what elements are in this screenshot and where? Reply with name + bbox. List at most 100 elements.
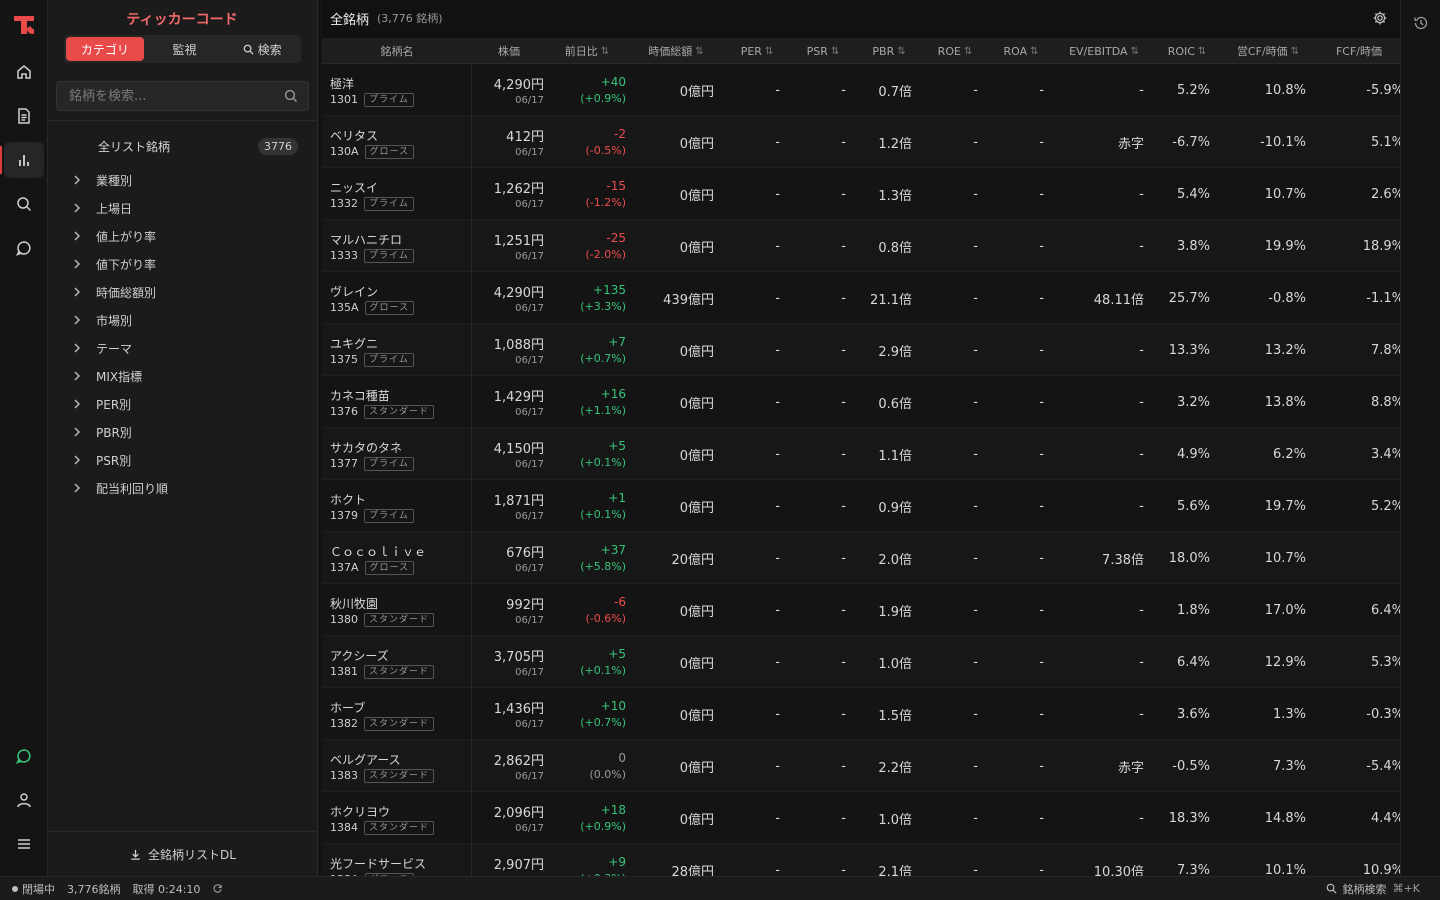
- stock-name[interactable]: ベリタス: [330, 127, 471, 144]
- chart-nav-button[interactable]: [0, 142, 44, 178]
- table-row[interactable]: ユキグニ 1375 プライム 1,088円 06/17 +7 (+0.7%) 0億円 - - 2.9…: [322, 324, 1400, 376]
- sidebar-item-industry[interactable]: 業種別: [70, 166, 300, 194]
- tab-search[interactable]: 検索: [223, 35, 301, 63]
- sort-icon[interactable]: ⇅: [765, 46, 773, 57]
- stock-name-cell[interactable]: アクシーズ 1381 スタンダード: [330, 636, 472, 688]
- sidebar-item-market-cap[interactable]: 時価総額別: [70, 278, 300, 306]
- search-nav-button[interactable]: [4, 186, 44, 222]
- table-row[interactable]: ベルグアース 1383 スタンダード 2,862円 06/17 0 (0.0%) 0億円 - - 2…: [322, 740, 1400, 792]
- table-row[interactable]: ホクリヨウ 1384 スタンダード 2,096円 06/17 +18 (+0.9%) 0億円 -…: [322, 792, 1400, 844]
- stock-name-cell[interactable]: 光フードサービス138Aグロース: [330, 844, 472, 876]
- stock-search-shortcut[interactable]: 銘柄検索 ⌘+K: [1326, 881, 1420, 897]
- sidebar-item-dividend-yield[interactable]: 配当利回り順: [70, 474, 300, 502]
- stock-search-input[interactable]: [57, 82, 277, 110]
- table-row[interactable]: 秋川牧園 1380 スタンダード 992円 06/17 -6 (-0.6%) 0億円 - - 1.9…: [322, 584, 1400, 636]
- sidebar-item-listing-date[interactable]: 上場日: [70, 194, 300, 222]
- column-header-fcf-yield[interactable]: FCF/時価: [1318, 38, 1400, 64]
- sort-icon[interactable]: ⇅: [964, 46, 972, 57]
- stock-name-cell[interactable]: 秋川牧園 1380 スタンダード: [330, 584, 472, 636]
- stock-name-cell[interactable]: ニッスイ 1332 プライム: [330, 168, 472, 220]
- sort-icon[interactable]: ⇅: [831, 46, 839, 57]
- stock-name[interactable]: ホーブ: [330, 699, 471, 716]
- history-icon[interactable]: [1413, 15, 1429, 31]
- sidebar-item-pbr[interactable]: PBR別: [70, 418, 300, 446]
- feedback-nav-button[interactable]: [4, 738, 44, 774]
- stock-name-cell[interactable]: ヴレイン 135A グロース: [330, 272, 472, 324]
- stock-name[interactable]: ニッスイ: [330, 179, 471, 196]
- stock-name-cell[interactable]: ホーブ 1382 スタンダード: [330, 688, 472, 740]
- stock-name[interactable]: 秋川牧園: [330, 595, 471, 612]
- column-header-per[interactable]: PER ⇅: [726, 38, 788, 64]
- table-row[interactable]: ニッスイ 1332 プライム 1,262円 06/17 -15 (-1.2%) 0億円 - - 1.…: [322, 168, 1400, 220]
- column-header-psr[interactable]: PSR ⇅: [792, 38, 854, 64]
- sort-icon[interactable]: ⇅: [695, 46, 703, 57]
- stock-name-cell[interactable]: 極洋 1301 プライム: [330, 64, 472, 116]
- stock-name-cell[interactable]: ベルグアース 1383 スタンダード: [330, 740, 472, 792]
- stock-name[interactable]: アクシーズ: [330, 647, 471, 664]
- sidebar-item-per[interactable]: PER別: [70, 390, 300, 418]
- table-row[interactable]: マルハニチロ 1333 プライム 1,251円 06/17 -25 (-2.0%) 0億円 - -…: [322, 220, 1400, 272]
- sort-icon[interactable]: ⇅: [1198, 46, 1206, 57]
- stock-name-cell[interactable]: カネコ種苗 1376 スタンダード: [330, 376, 472, 428]
- table-row[interactable]: アクシーズ 1381 スタンダード 3,705円 06/17 +5 (+0.1%) 0億円 - -…: [322, 636, 1400, 688]
- sidebar-item-psr[interactable]: PSR別: [70, 446, 300, 474]
- table-row[interactable]: ホクト 1379 プライム 1,871円 06/17 +1 (+0.1%) 0億円 - - 0.9倍…: [322, 480, 1400, 532]
- stock-name[interactable]: カネコ種苗: [330, 387, 471, 404]
- home-nav-button[interactable]: [4, 54, 44, 90]
- column-header-name[interactable]: 銘柄名: [322, 38, 472, 64]
- column-header-roe[interactable]: ROE ⇅: [924, 38, 986, 64]
- stock-name-cell[interactable]: ホクト 1379 プライム: [330, 480, 472, 532]
- tab-watch[interactable]: 監視: [146, 35, 224, 63]
- table-row[interactable]: カネコ種苗 1376 スタンダード 1,429円 06/17 +16 (+1.1%) 0億円 -…: [322, 376, 1400, 428]
- sidebar-item-mix[interactable]: MIX指標: [70, 362, 300, 390]
- chat-nav-button[interactable]: [4, 230, 44, 266]
- stock-name[interactable]: 極洋: [330, 75, 471, 92]
- stock-name-cell[interactable]: ベリタス 130A グロース: [330, 116, 472, 168]
- stock-name-cell[interactable]: ユキグニ 1375 プライム: [330, 324, 472, 376]
- column-header-price[interactable]: 株価: [474, 38, 544, 64]
- stock-name[interactable]: ホクリヨウ: [330, 803, 471, 820]
- stock-name-cell[interactable]: サカタのタネ 1377 プライム: [330, 428, 472, 480]
- sidebar-item-gainers[interactable]: 値上がり率: [70, 222, 300, 250]
- documents-nav-button[interactable]: [4, 98, 44, 134]
- refresh-icon[interactable]: [212, 883, 223, 894]
- sort-icon[interactable]: ⇅: [897, 46, 905, 57]
- stock-name-cell[interactable]: Ｃｏｃｏｌｉｖｅ 137A グロース: [330, 532, 472, 584]
- search-icon[interactable]: [284, 89, 298, 103]
- table-row[interactable]: Ｃｏｃｏｌｉｖｅ 137A グロース 676円 06/17 +37 (+5.8%) 20億円 -…: [322, 532, 1400, 584]
- table-row[interactable]: ベリタス 130A グロース 412円 06/17 -2 (-0.5%) 0億円 - - 1.2倍 -…: [322, 116, 1400, 168]
- account-nav-button[interactable]: [4, 782, 44, 818]
- column-header-market-cap[interactable]: 時価総額 ⇅: [630, 38, 722, 64]
- stock-name[interactable]: 光フードサービス: [330, 855, 471, 872]
- stock-name[interactable]: ホクト: [330, 491, 471, 508]
- column-header-ocf-yield[interactable]: 営CF/時価 ⇅: [1222, 38, 1314, 64]
- gear-icon[interactable]: [1372, 10, 1388, 26]
- stock-name[interactable]: ベルグアース: [330, 751, 471, 768]
- stock-name[interactable]: ユキグニ: [330, 335, 471, 352]
- app-logo[interactable]: [12, 12, 36, 38]
- sidebar-item-losers[interactable]: 値下がり率: [70, 250, 300, 278]
- column-header-change[interactable]: 前日比 ⇅: [548, 38, 626, 64]
- table-row[interactable]: ヴレイン 135A グロース 4,290円 06/17 +135 (+3.3%) 439億円 -…: [322, 272, 1400, 324]
- stock-name-cell[interactable]: ホクリヨウ 1384 スタンダード: [330, 792, 472, 844]
- stock-name[interactable]: サカタのタネ: [330, 439, 471, 456]
- column-header-roic[interactable]: ROIC ⇅: [1156, 38, 1218, 64]
- column-header-ev-ebitda[interactable]: EV/EBITDA ⇅: [1056, 38, 1152, 64]
- stock-name[interactable]: ヴレイン: [330, 283, 471, 300]
- sidebar-item-theme[interactable]: テーマ: [70, 334, 300, 362]
- stock-name[interactable]: Ｃｏｃｏｌｉｖｅ: [330, 543, 471, 560]
- tab-category[interactable]: カテゴリ: [66, 37, 144, 61]
- column-header-pbr[interactable]: PBR ⇅: [858, 38, 920, 64]
- table-row[interactable]: ホーブ 1382 スタンダード 1,436円 06/17 +10 (+0.7%) 0億円 - - 1…: [322, 688, 1400, 740]
- table-row[interactable]: サカタのタネ 1377 プライム 4,150円 06/17 +5 (+0.1%) 0億円 - - 1…: [322, 428, 1400, 480]
- column-header-roa[interactable]: ROA ⇅: [990, 38, 1052, 64]
- sort-icon[interactable]: ⇅: [1030, 46, 1038, 57]
- table-row[interactable]: 光フードサービス138Aグロース2,907円06/17+9(+0.3%) 28億円…: [322, 844, 1400, 876]
- table-row[interactable]: 極洋 1301 プライム 4,290円 06/17 +40 (+0.9%) 0億円 - - 0.7倍…: [322, 64, 1400, 116]
- menu-nav-button[interactable]: [4, 826, 44, 862]
- sidebar-item-all-list[interactable]: 全リスト銘柄 3776: [98, 136, 298, 156]
- sort-icon[interactable]: ⇅: [1131, 46, 1139, 57]
- sort-icon[interactable]: ⇅: [1291, 46, 1299, 57]
- stock-name-cell[interactable]: マルハニチロ 1333 プライム: [330, 220, 472, 272]
- sidebar-item-market[interactable]: 市場別: [70, 306, 300, 334]
